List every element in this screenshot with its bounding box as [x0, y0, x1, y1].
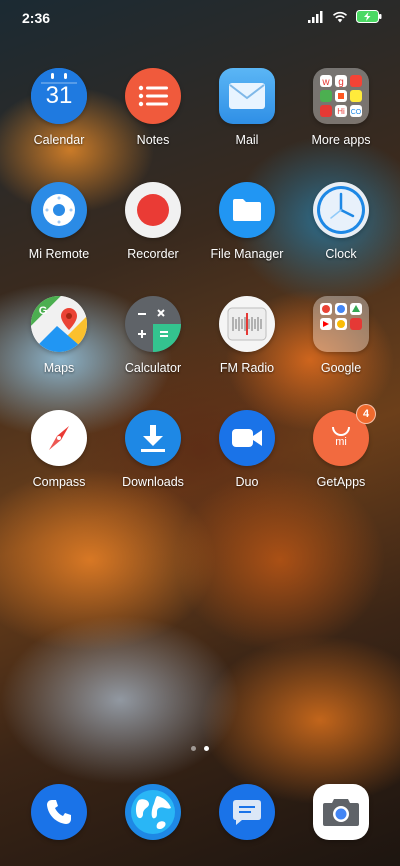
clock-icon [313, 182, 369, 238]
app-label: Compass [32, 475, 86, 489]
dock-camera[interactable] [294, 784, 388, 840]
battery-charging-icon [356, 10, 382, 23]
status-time: 2:36 [22, 10, 51, 26]
app-fm-radio[interactable]: FM Radio [200, 296, 294, 410]
dock-phone[interactable] [12, 784, 106, 840]
wifi-icon [332, 11, 348, 22]
notification-badge: 4 [356, 404, 376, 424]
camera-icon [313, 784, 369, 840]
app-label: Calculator [124, 361, 182, 375]
app-calculator[interactable]: Calculator [106, 296, 200, 410]
app-label: Maps [43, 361, 75, 375]
calendar-day: 31 [45, 82, 73, 109]
compass-icon [31, 410, 87, 466]
app-calendar[interactable]: 31 Calendar [12, 68, 106, 182]
svg-text:G: G [39, 305, 48, 317]
svg-text:CO: CO [351, 109, 362, 116]
page-dot-active[interactable] [204, 746, 209, 751]
app-folder-icon: w g Hi CO [313, 68, 369, 124]
signal-icon [308, 10, 323, 23]
remote-icon [31, 182, 87, 238]
app-getapps[interactable]: mi 4 GetApps [294, 404, 388, 524]
svg-text:mi: mi [335, 436, 347, 448]
app-label: GetApps [316, 475, 366, 489]
app-more-apps[interactable]: w g Hi CO More apps [294, 68, 388, 182]
app-label: Mail [235, 133, 259, 147]
phone-icon [31, 784, 87, 840]
record-icon [125, 182, 181, 238]
app-label: FM Radio [219, 361, 275, 375]
app-label: Notes [136, 133, 170, 147]
video-camera-icon [219, 410, 275, 466]
app-label: Clock [325, 247, 357, 261]
mail-icon [219, 68, 275, 124]
folder-icon [219, 182, 275, 238]
notes-icon [125, 68, 181, 124]
download-icon [125, 410, 181, 466]
app-maps[interactable]: G Maps [12, 296, 106, 410]
app-google[interactable]: Google [294, 296, 388, 410]
svg-text:Hi: Hi [337, 107, 345, 116]
app-duo[interactable]: Duo [200, 410, 294, 524]
dock-messages[interactable] [200, 784, 294, 840]
app-label: Mi Remote [28, 247, 90, 261]
app-label: Calendar [33, 133, 85, 147]
dock-browser[interactable] [106, 784, 200, 840]
radio-icon [219, 296, 275, 352]
calendar-icon: 31 [31, 68, 87, 124]
app-label: Recorder [127, 247, 179, 261]
calculator-icon [125, 296, 181, 352]
app-compass[interactable]: Compass [12, 410, 106, 524]
app-label: Downloads [122, 475, 184, 489]
app-row: Compass Downloads Duo mi 4 GetApps [0, 404, 400, 524]
svg-text:g: g [338, 77, 344, 88]
page-indicator [0, 746, 400, 751]
app-clock[interactable]: Clock [294, 182, 388, 296]
app-recorder[interactable]: Recorder [106, 182, 200, 296]
maps-icon: G [31, 296, 87, 352]
globe-icon [125, 784, 181, 840]
app-row: G Maps Calculator FM Radio Google [0, 296, 400, 410]
app-label: File Manager [210, 247, 284, 261]
message-icon [219, 784, 275, 840]
app-label: More apps [311, 133, 371, 147]
app-row: 31 Calendar Notes Mail w g Hi CO More ap… [0, 68, 400, 182]
dock [12, 784, 388, 840]
app-row: Mi Remote Recorder File Manager Clock [0, 182, 400, 296]
status-bar: 2:36 [0, 0, 400, 36]
app-mi-remote[interactable]: Mi Remote [12, 182, 106, 296]
app-downloads[interactable]: Downloads [106, 410, 200, 524]
app-notes[interactable]: Notes [106, 68, 200, 182]
app-label: Google [320, 361, 362, 375]
app-grid: 31 Calendar Notes Mail w g Hi CO More ap… [0, 68, 400, 524]
app-label: Duo [235, 475, 259, 489]
status-icons [308, 10, 382, 23]
app-file-manager[interactable]: File Manager [200, 182, 294, 296]
app-folder-icon [313, 296, 369, 352]
page-dot[interactable] [191, 746, 196, 751]
app-mail[interactable]: Mail [200, 68, 294, 182]
svg-text:w: w [321, 77, 330, 88]
